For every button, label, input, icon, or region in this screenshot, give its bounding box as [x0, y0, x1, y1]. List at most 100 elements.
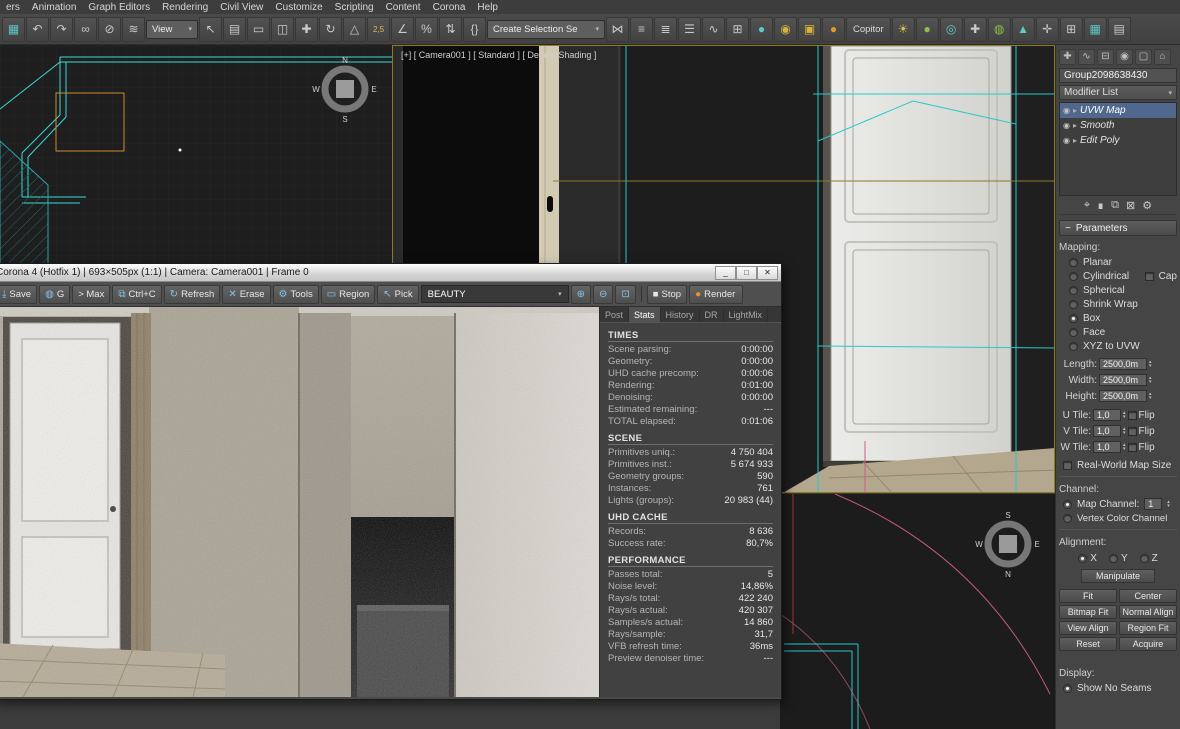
height-field[interactable]: 2500,0m	[1099, 390, 1147, 402]
transform-gizmo-icon[interactable]: ✛	[1036, 17, 1059, 42]
g-buffer-button[interactable]: ◍G	[39, 285, 70, 304]
spin-down-icon[interactable]: ▾	[1167, 504, 1170, 508]
render-button[interactable]: ●Render	[689, 285, 743, 304]
hierarchy-tab-icon[interactable]: ⊟	[1097, 49, 1114, 65]
flip-checkbox[interactable]	[1128, 443, 1137, 452]
spinner-arrows[interactable]: ▴▾	[1123, 427, 1126, 435]
radio-icon[interactable]	[1069, 314, 1078, 323]
refresh-button[interactable]: ↻Refresh	[164, 285, 221, 304]
cap-checkbox[interactable]	[1145, 272, 1154, 281]
color-swatch-icon[interactable]: ▦	[1084, 17, 1107, 42]
save-button[interactable]: ⤓Save	[0, 285, 37, 304]
to-max-button[interactable]: > Max	[72, 285, 110, 304]
modifier-list-dropdown[interactable]: Modifier List ▾	[1059, 85, 1177, 100]
spin-down-icon[interactable]: ▾	[1149, 364, 1152, 368]
tab-dr[interactable]: DR	[700, 307, 724, 322]
radio-icon[interactable]	[1069, 342, 1078, 351]
parameters-rollout[interactable]: − Parameters	[1059, 220, 1177, 236]
maximize-button[interactable]: □	[736, 266, 757, 280]
visibility-icon[interactable]: ◉	[1063, 106, 1070, 115]
flip-checkbox[interactable]	[1128, 427, 1137, 436]
erase-button[interactable]: ✕Erase	[222, 285, 270, 304]
zoom-in-button[interactable]: ⊕	[571, 285, 591, 304]
utilities-tab-icon[interactable]: ⌂	[1154, 49, 1171, 65]
align-icon[interactable]: ≡	[630, 17, 653, 42]
visibility-icon[interactable]: ◉	[1063, 136, 1070, 145]
zoom-fit-button[interactable]: ⊡	[615, 285, 635, 304]
vertex-channel-radio[interactable]	[1063, 514, 1072, 523]
menu-item-civil-view[interactable]: Civil View	[214, 2, 269, 13]
select-by-name-icon[interactable]: ▤	[223, 17, 246, 42]
percent-snap-icon[interactable]: %	[415, 17, 438, 42]
zoom-out-button[interactable]: ⊖	[593, 285, 613, 304]
mapping-option-box[interactable]: Box	[1059, 311, 1177, 325]
region-button[interactable]: ▭Region	[321, 285, 376, 304]
radio-icon[interactable]	[1069, 328, 1078, 337]
camera-icon[interactable]: ◎	[940, 17, 963, 42]
schematic-view-icon[interactable]: ⊞	[726, 17, 749, 42]
axis-x[interactable]: X	[1078, 553, 1097, 564]
menu-item-corona[interactable]: Corona	[427, 2, 472, 13]
u-tile-field[interactable]: 1,0	[1093, 409, 1121, 421]
array-icon[interactable]: ⊞	[1060, 17, 1083, 42]
sun-positioner-icon[interactable]: ☀	[892, 17, 915, 42]
button-bitmap-fit[interactable]: Bitmap Fit	[1059, 605, 1117, 619]
menu-item-rendering[interactable]: Rendering	[156, 2, 214, 13]
menu-item-graph-editors[interactable]: Graph Editors	[82, 2, 156, 13]
radio-icon[interactable]	[1069, 258, 1078, 267]
layer-explorer-icon[interactable]: ≣	[654, 17, 677, 42]
select-and-rotate-icon[interactable]: ↻	[319, 17, 342, 42]
create-tab-icon[interactable]: ✚	[1059, 49, 1076, 65]
render-setup-icon[interactable]: ◉	[774, 17, 797, 42]
show-no-seams-radio[interactable]	[1063, 684, 1072, 693]
spinner-arrows[interactable]: ▴▾	[1149, 360, 1152, 368]
angle-snap-icon[interactable]: ∠	[391, 17, 414, 42]
layout-icon[interactable]: ▤	[1108, 17, 1131, 42]
tab-lightmix[interactable]: LightMix	[724, 307, 769, 322]
button-region-fit[interactable]: Region Fit	[1119, 621, 1177, 635]
modifier-row-smooth[interactable]: ◉▸Smooth	[1060, 118, 1176, 133]
pin-stack-icon[interactable]: ⌖	[1084, 199, 1090, 212]
snap-toggle-icon[interactable]: 2,5	[367, 17, 390, 42]
button-fit[interactable]: Fit	[1059, 589, 1117, 603]
light-icon[interactable]: ●	[916, 17, 939, 42]
width-field[interactable]: 2500,0m	[1099, 374, 1147, 386]
material-editor-icon[interactable]: ●	[750, 17, 773, 42]
remove-modifier-icon[interactable]: ⊠	[1126, 199, 1135, 212]
spin-down-icon[interactable]: ▾	[1123, 431, 1126, 435]
axis-z[interactable]: Z	[1140, 553, 1158, 564]
select-and-move-icon[interactable]: ✚	[295, 17, 318, 42]
mapping-option-shrink-wrap[interactable]: Shrink Wrap	[1059, 297, 1177, 311]
mapping-option-face[interactable]: Face	[1059, 325, 1177, 339]
radio-icon[interactable]	[1078, 554, 1087, 563]
v-tile-field[interactable]: 1,0	[1093, 425, 1121, 437]
copitor-button[interactable]: Copitor	[846, 17, 891, 42]
spinner-arrows[interactable]: ▴▾	[1123, 411, 1126, 419]
modify-tab-icon[interactable]: ∿	[1078, 49, 1095, 65]
helper-icon[interactable]: ✚	[964, 17, 987, 42]
tab-history[interactable]: History	[661, 307, 700, 322]
display-tab-icon[interactable]: ▢	[1135, 49, 1152, 65]
configure-sets-icon[interactable]: ⚙	[1142, 199, 1152, 212]
button-center[interactable]: Center	[1119, 589, 1177, 603]
radio-icon[interactable]	[1069, 286, 1078, 295]
viewport-bottom-wireframe[interactable]: S N W E	[780, 494, 1055, 729]
spinner-snap-icon[interactable]: ⇅	[439, 17, 462, 42]
pick-button[interactable]: ↖Pick	[377, 285, 418, 304]
mapping-option-xyz-to-uvw[interactable]: XYZ to UVW	[1059, 339, 1177, 353]
named-selection-icon[interactable]: {}	[463, 17, 486, 42]
mapping-option-planar[interactable]: Planar	[1059, 255, 1177, 269]
eye-icon[interactable]: ◍	[988, 17, 1011, 42]
show-end-result-icon[interactable]: ∎	[1097, 199, 1104, 212]
select-and-scale-icon[interactable]: △	[343, 17, 366, 42]
menu-item-scripting[interactable]: Scripting	[329, 2, 380, 13]
menu-item-content[interactable]: Content	[380, 2, 427, 13]
spinner-arrows[interactable]: ▴▾	[1123, 443, 1126, 451]
button-view-align[interactable]: View Align	[1059, 621, 1117, 635]
axis-y[interactable]: Y	[1109, 553, 1128, 564]
bind-to-space-warp-icon[interactable]: ≋	[122, 17, 145, 42]
rendered-image[interactable]	[0, 307, 599, 697]
radio-icon[interactable]	[1069, 300, 1078, 309]
tab-post[interactable]: Post	[600, 307, 629, 322]
spinner-arrows[interactable]: ▴▾	[1149, 392, 1152, 400]
